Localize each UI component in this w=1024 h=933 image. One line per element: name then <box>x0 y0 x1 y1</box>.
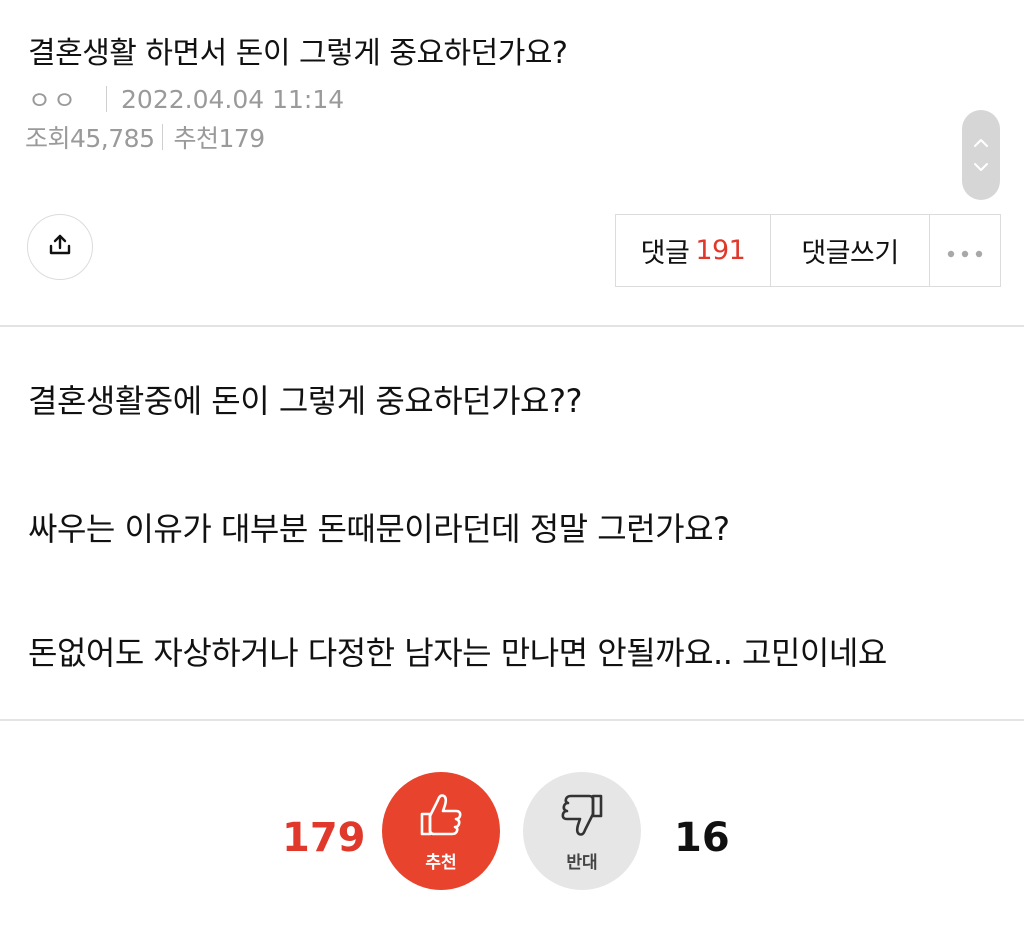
view-count: 조회45,785 <box>25 124 155 153</box>
body-line-3: 돈없어도 자상하거나 다정한 남자는 만나면 안될까요.. 고민이네요 <box>28 634 887 672</box>
share-icon <box>47 232 73 262</box>
header-divider <box>0 325 1024 327</box>
comments-label: 댓글 <box>640 238 690 269</box>
post-meta: ㅇㅇ 2022.04.04 11:14 <box>28 82 344 116</box>
downvote-label: 반대 <box>566 852 598 873</box>
stats-divider <box>162 124 164 150</box>
body-divider <box>0 719 1024 721</box>
chevron-up-icon[interactable] <box>973 138 989 148</box>
thumbs-up-icon <box>416 790 466 844</box>
body-line-1: 결혼생활중에 돈이 그렇게 중요하던가요?? <box>28 382 582 420</box>
more-options-button[interactable] <box>929 215 1000 286</box>
meta-divider <box>106 86 108 112</box>
downvote-count: 16 <box>674 815 730 861</box>
upvote-label: 추천 <box>425 852 457 873</box>
author-name[interactable]: ㅇㅇ <box>28 81 78 117</box>
chevron-down-icon[interactable] <box>973 162 989 172</box>
comment-actions: 댓글 191 댓글쓰기 <box>615 214 1001 287</box>
share-button[interactable] <box>27 214 93 280</box>
upvote-count: 179 <box>282 815 366 861</box>
post-date: 2022.04.04 11:14 <box>121 84 345 114</box>
more-icon <box>945 235 985 266</box>
post-title: 결혼생활 하면서 돈이 그렇게 중요하던가요? <box>28 36 568 71</box>
post-stats: 조회45,785 추천179 <box>25 120 265 154</box>
body-line-2: 싸우는 이유가 대부분 돈때문이라던데 정말 그런가요? <box>28 510 730 548</box>
scroll-control[interactable] <box>962 110 1000 200</box>
downvote-button[interactable]: 반대 <box>523 772 641 890</box>
write-comment-label: 댓글쓰기 <box>801 238 899 269</box>
thumbs-down-icon <box>557 790 607 844</box>
upvote-button[interactable]: 추천 <box>382 772 500 890</box>
recommend-count: 추천179 <box>173 124 265 153</box>
write-comment-button[interactable]: 댓글쓰기 <box>770 215 929 286</box>
comments-button[interactable]: 댓글 191 <box>616 215 770 286</box>
comments-count: 191 <box>695 235 746 266</box>
